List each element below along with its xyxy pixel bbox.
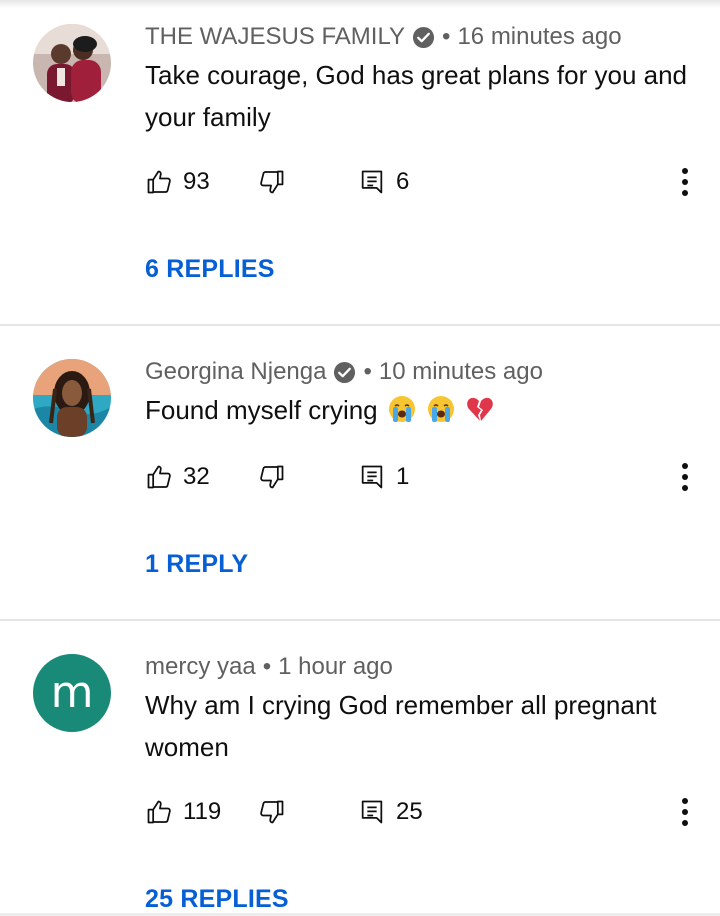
comment-reply-icon xyxy=(361,465,383,489)
view-replies-link[interactable]: 6 REPLIES xyxy=(145,255,275,284)
reply-button[interactable]: 25 xyxy=(358,792,423,832)
woman-photo-avatar xyxy=(33,359,111,437)
comment-text: Take courage, God has great plans for yo… xyxy=(145,60,688,132)
loudly-crying-face-icon xyxy=(428,396,455,422)
comment-reply-icon xyxy=(361,800,383,824)
comment-actions: 93 6 xyxy=(0,162,720,202)
like-button[interactable]: 119 xyxy=(145,792,221,832)
thumbs-down-icon xyxy=(260,800,284,824)
reply-button[interactable]: 1 xyxy=(358,457,409,497)
avatar-letter: m xyxy=(50,667,94,718)
dislike-button[interactable] xyxy=(258,457,286,497)
thumbs-down-icon xyxy=(260,170,284,194)
thumbs-up-icon xyxy=(147,800,171,824)
view-replies-link[interactable]: 1 REPLY xyxy=(145,550,248,579)
comment-reply-icon xyxy=(361,170,383,194)
avatar[interactable]: m xyxy=(33,654,111,732)
thumbs-up-icon xyxy=(147,465,171,489)
verified-badge-icon xyxy=(334,361,356,383)
broken-heart-icon xyxy=(467,397,494,421)
comment-time[interactable]: 16 minutes ago xyxy=(457,23,621,51)
loudly-crying-face-icon xyxy=(388,396,415,422)
author-name[interactable]: Georgina Njenga xyxy=(145,358,326,386)
like-count: 32 xyxy=(183,463,210,490)
reply-button[interactable]: 6 xyxy=(358,162,409,202)
top-edge-shadow xyxy=(0,0,720,8)
comment-actions: 119 25 xyxy=(0,792,720,832)
more-options-icon[interactable] xyxy=(670,794,700,830)
reply-count: 25 xyxy=(396,798,423,825)
thumbs-up-icon xyxy=(147,170,171,194)
like-count: 119 xyxy=(183,798,222,825)
comment-meta: Georgina Njenga • 10 minutes ago xyxy=(145,358,543,386)
more-options-icon[interactable] xyxy=(670,459,700,495)
avatar[interactable] xyxy=(33,359,111,437)
author-name[interactable]: THE WAJESUS FAMILY xyxy=(145,23,405,51)
dislike-button[interactable] xyxy=(258,792,286,832)
avatar[interactable] xyxy=(33,24,111,102)
comment-text-body: Found myself crying xyxy=(145,395,378,425)
author-name[interactable]: mercy yaa xyxy=(145,653,256,681)
reply-count: 6 xyxy=(396,168,410,195)
like-button[interactable]: 32 xyxy=(145,457,210,497)
like-count: 93 xyxy=(183,168,210,195)
meta-separator: • xyxy=(442,23,451,50)
like-button[interactable]: 93 xyxy=(145,162,210,202)
comment-time[interactable]: 1 hour ago xyxy=(278,653,393,681)
meta-separator: • xyxy=(262,653,272,680)
couple-photo-avatar xyxy=(33,24,111,102)
comment-text: Why am I crying God remember all pregnan… xyxy=(145,690,657,762)
comment-actions: 32 1 xyxy=(0,457,720,497)
reply-count: 1 xyxy=(396,463,410,490)
thumbs-down-icon xyxy=(260,465,284,489)
more-options-icon[interactable] xyxy=(670,164,700,200)
dislike-button[interactable] xyxy=(258,162,286,202)
comment-meta: mercy yaa • 1 hour ago xyxy=(145,653,393,681)
comment-divider xyxy=(0,324,720,326)
comment-time[interactable]: 10 minutes ago xyxy=(379,358,543,386)
view-replies-link[interactable]: 25 REPLIES xyxy=(145,885,289,914)
verified-badge-icon xyxy=(413,26,435,48)
comment-meta: THE WAJESUS FAMILY • 16 minutes ago xyxy=(145,23,622,51)
comment-divider xyxy=(0,619,720,621)
comment-text: Found myself crying xyxy=(145,389,690,431)
meta-separator: • xyxy=(363,358,372,385)
